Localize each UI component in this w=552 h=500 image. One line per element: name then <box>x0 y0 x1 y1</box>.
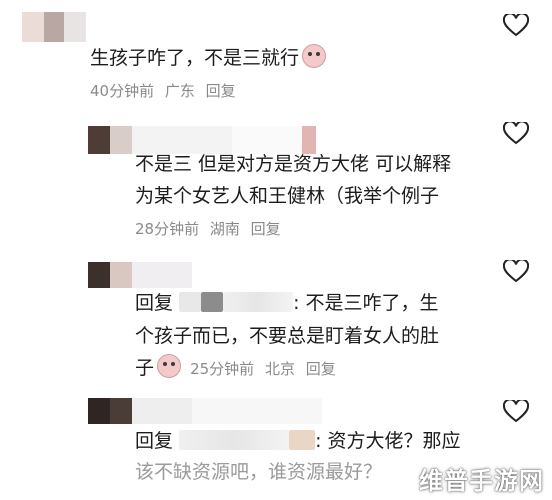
comment-text-line-1: 回复 : 资方大佬？那应 <box>135 430 461 452</box>
comment-text-line-1: 不是三 但是对方是资方大佬 可以解释 <box>135 153 452 175</box>
heart-icon[interactable] <box>503 400 529 424</box>
comment-time: 25分钟前 <box>190 360 255 378</box>
avatar[interactable] <box>22 12 86 42</box>
comment-time: 28分钟前 <box>135 220 200 238</box>
mentioned-user[interactable] <box>179 292 202 312</box>
comment-text: 生孩子咋了，不是三就行 <box>90 42 329 74</box>
comment-location: 湖南 <box>209 220 240 238</box>
avatar[interactable] <box>88 262 192 288</box>
comment-text-line-3: 子 25分钟前 北京 回复 <box>135 352 342 385</box>
comment-text-line-2: 该不缺资源吧，谁资源最好？ <box>135 461 383 483</box>
reply-prefix: 回复 <box>135 292 174 314</box>
comment-text-line-1: 回复 : 不是三咋了，生 <box>135 292 439 314</box>
comment-text-line-2: 为某个女艺人和王健林（我举个例子 <box>135 185 440 207</box>
laugh-emoji-icon <box>302 44 327 68</box>
watermark: 维普手游网 <box>419 467 544 495</box>
comment-text-line-2: 个孩子而已，不要总是盯着女人的肚 <box>135 325 440 347</box>
comment-location: 广东 <box>164 82 195 100</box>
reply-button[interactable]: 回复 <box>206 82 236 100</box>
comment-meta: 25分钟前 北京 回复 <box>190 360 342 378</box>
mentioned-user[interactable] <box>179 430 290 450</box>
comment-meta: 40分钟前 广东 回复 <box>90 80 242 101</box>
avatar[interactable] <box>88 398 322 424</box>
heart-icon[interactable] <box>503 14 529 38</box>
reply-prefix: 回复 <box>135 430 174 452</box>
heart-icon[interactable] <box>503 260 529 284</box>
comment-location: 北京 <box>264 360 295 378</box>
comment-time: 40分钟前 <box>90 82 155 100</box>
reply-button[interactable]: 回复 <box>251 220 281 238</box>
heart-icon[interactable] <box>503 122 529 146</box>
reply-button[interactable]: 回复 <box>306 360 336 378</box>
laugh-emoji-icon <box>157 354 182 378</box>
comment-meta: 28分钟前 湖南 回复 <box>135 218 287 239</box>
